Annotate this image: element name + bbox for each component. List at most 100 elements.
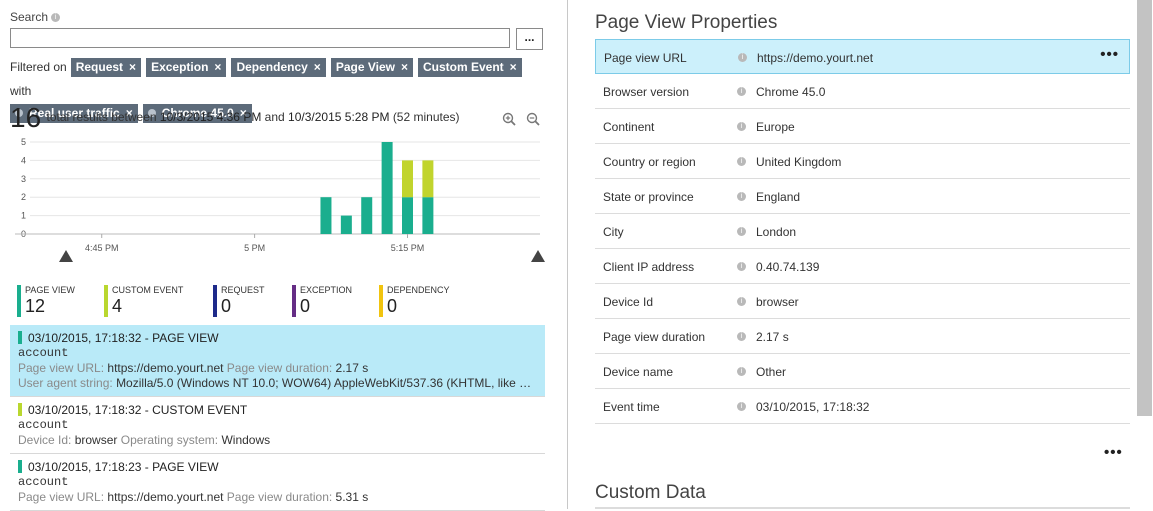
property-row-state-or-province[interactable]: State or province i England [595, 179, 1130, 214]
event-title-text: 03/10/2015, 17:18:32 - CUSTOM EVENT [28, 403, 248, 417]
results-count: 16 [10, 102, 42, 133]
search-options-button[interactable]: ... [516, 28, 543, 50]
y-tick-label: 5 [21, 137, 26, 147]
event-name: account [18, 475, 69, 489]
info-icon[interactable]: i [737, 262, 746, 271]
properties-table: Page view URL i https://demo.yourt.net ••• B… [595, 39, 1130, 424]
property-row-device-id[interactable]: Device Id i browser [595, 284, 1130, 319]
event-detail-key: User agent string: [18, 376, 113, 390]
results-duration: (52 minutes) [392, 110, 460, 125]
event-detail-value: Windows [221, 433, 271, 447]
event-type-legend: PAGE VIEW 12 CUSTOM EVENT 4 REQUEST 0 EXCEPTIO… [17, 283, 537, 319]
property-row-page-view-url[interactable]: Page view URL i https://demo.yourt.net ••• [595, 39, 1130, 74]
zoom-out-icon[interactable] [526, 112, 540, 126]
filter-chip-page-view[interactable]: Page View × [330, 58, 413, 77]
property-value: https://demo.yourt.net [757, 51, 874, 65]
info-icon[interactable]: i [737, 297, 746, 306]
legend-color-swatch [379, 285, 383, 317]
scrollbar[interactable] [1136, 0, 1153, 509]
bar-page-view[interactable] [381, 142, 393, 234]
event-title-text: 03/10/2015, 17:18:23 - PAGE VIEW [28, 460, 219, 474]
close-icon[interactable]: × [214, 60, 221, 74]
range-start-handle[interactable] [59, 250, 73, 262]
event-detail-key: Operating system: [120, 433, 219, 447]
bar-page-view[interactable] [361, 197, 373, 234]
property-value: London [756, 225, 797, 239]
info-icon[interactable]: i [737, 367, 746, 376]
filter-chip-label: Dependency [236, 60, 308, 74]
info-icon[interactable]: i [737, 87, 746, 96]
scrollbar-thumb[interactable] [1137, 0, 1152, 416]
legend-color-swatch [17, 285, 21, 317]
legend-item-exception[interactable]: EXCEPTION 0 [292, 283, 352, 317]
info-icon[interactable]: i [737, 157, 746, 166]
close-icon[interactable]: × [129, 60, 136, 74]
property-row-country-or-region[interactable]: Country or region i United Kingdom [595, 144, 1130, 179]
event-list-item[interactable]: 03/10/2015, 17:18:23 - PAGE VIEW account P… [10, 454, 545, 511]
event-detail-key: Device Id: [18, 433, 72, 447]
event-detail-value: https://demo.yourt.net [107, 490, 224, 504]
legend-count: 4 [112, 296, 123, 316]
filter-chip-dependency[interactable]: Dependency × [231, 58, 326, 77]
info-icon[interactable]: i [737, 402, 746, 411]
property-key: Page view URL [604, 51, 687, 65]
close-icon[interactable]: × [510, 60, 517, 74]
property-row-event-time[interactable]: Event time i 03/10/2015, 17:18:32 [595, 389, 1130, 424]
property-row-client-ip-address[interactable]: Client IP address i 0.40.74.139 [595, 249, 1130, 284]
event-detail-line: Device Id: browser Operating system: Win… [18, 433, 537, 448]
event-name: account [18, 346, 69, 360]
filter-chip-exception[interactable]: Exception × [146, 58, 227, 77]
property-row-browser-version[interactable]: Browser version i Chrome 45.0 [595, 74, 1130, 109]
bar-page-view[interactable] [402, 197, 413, 234]
property-value: browser [756, 295, 799, 309]
event-detail-key: Page view URL: [18, 361, 105, 375]
close-icon[interactable]: × [314, 60, 321, 74]
info-icon[interactable]: i [738, 53, 747, 62]
info-icon[interactable]: i [51, 13, 61, 23]
property-key: Device Id [603, 295, 654, 309]
legend-item-custom-event[interactable]: CUSTOM EVENT 4 [104, 283, 183, 317]
x-tick-label: 4:45 PM [85, 243, 119, 253]
event-list-item[interactable]: 03/10/2015, 17:18:32 - PAGE VIEW account P… [10, 325, 545, 397]
event-title: 03/10/2015, 17:18:23 - PAGE VIEW [18, 459, 537, 475]
properties-more-button[interactable]: ••• [1104, 444, 1123, 461]
property-row-continent[interactable]: Continent i Europe [595, 109, 1130, 144]
bar-custom-event[interactable] [422, 160, 434, 198]
results-text: total results between [46, 110, 157, 125]
bar-custom-event[interactable] [402, 160, 413, 198]
info-icon[interactable]: i [737, 192, 746, 201]
event-list-item[interactable]: 03/10/2015, 17:18:32 - CUSTOM EVENT accou… [10, 397, 545, 454]
x-tick-label: 5:15 PM [391, 243, 425, 253]
property-value: England [756, 190, 801, 204]
legend-item-dependency[interactable]: DEPENDENCY 0 [379, 283, 450, 317]
info-icon[interactable]: i [737, 332, 746, 341]
filter-connector: with [10, 84, 32, 98]
close-icon[interactable]: × [401, 60, 408, 74]
bar-page-view[interactable] [340, 215, 352, 234]
range-end-handle[interactable] [531, 250, 545, 262]
event-title: 03/10/2015, 17:18:32 - PAGE VIEW [18, 330, 537, 346]
filter-chip-request[interactable]: Request × [70, 58, 142, 77]
event-detail-value: browser [74, 433, 118, 447]
info-icon[interactable]: i [737, 122, 746, 131]
property-row-city[interactable]: City i London [595, 214, 1130, 249]
property-row-device-name[interactable]: Device name i Other [595, 354, 1130, 389]
y-tick-label: 4 [21, 155, 26, 165]
legend-item-request[interactable]: REQUEST 0 [213, 283, 265, 317]
zoom-in-icon[interactable] [502, 112, 516, 126]
filter-chip-custom-event[interactable]: Custom Event × [417, 58, 522, 77]
search-input[interactable] [10, 28, 510, 48]
results-start: 10/3/2015 4:36 PM [159, 110, 262, 125]
event-detail-value: Mozilla/5.0 (Windows NT 10.0; WOW64) App… [116, 376, 537, 390]
legend-item-page-view[interactable]: PAGE VIEW 12 [17, 283, 75, 317]
bar-page-view[interactable] [422, 197, 434, 234]
property-row-page-view-duration[interactable]: Page view duration i 2.17 s [595, 319, 1130, 354]
row-more-button[interactable]: ••• [1100, 46, 1119, 63]
property-value: Europe [756, 120, 795, 134]
info-icon[interactable]: i [737, 227, 746, 236]
event-detail-key: Page view duration: [226, 361, 333, 375]
bar-page-view[interactable] [320, 197, 332, 234]
results-summary: 16 total results between 10/3/2015 4:36 … [10, 102, 460, 134]
events-chart: 0123454:45 PM 5 PM 5:15 PM [15, 137, 545, 262]
event-type-marker [18, 331, 22, 344]
